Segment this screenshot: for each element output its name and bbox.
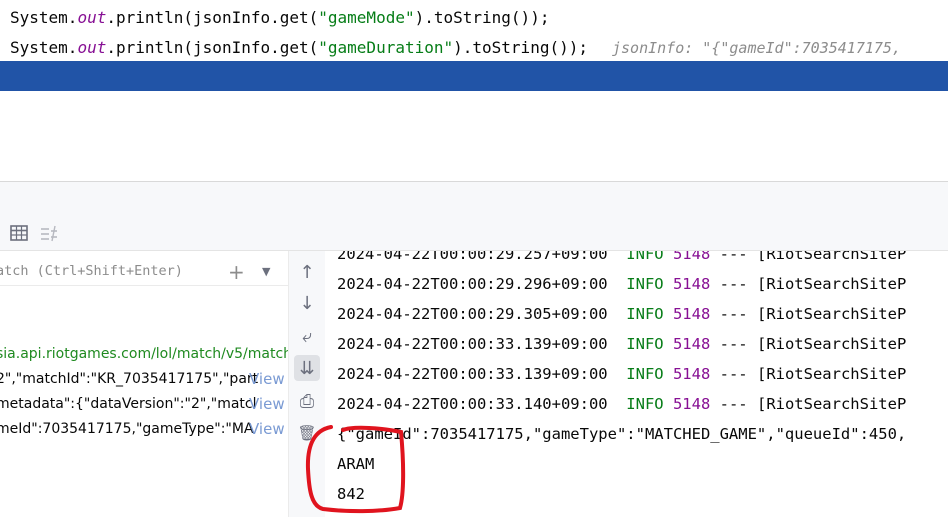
add-watch-icon[interactable]: + <box>228 260 245 284</box>
variable-row[interactable]: meId":7035417175,"gameType":"MA <box>0 421 254 437</box>
debug-tool-header <box>0 182 948 217</box>
view-link[interactable]: View <box>249 395 285 413</box>
game-duration-output: 842 <box>337 485 365 503</box>
print-icon[interactable]: ⎙ <box>294 388 320 414</box>
variable-row[interactable]: 2","matchId":"KR_7035417175","part <box>0 371 258 387</box>
scroll-down-icon[interactable]: ↓ <box>294 290 320 316</box>
console-output[interactable]: 2024-04-22T00:00:29.257+09:00 INFO 5148 … <box>325 251 948 517</box>
watch-row: atch (Ctrl+Shift+Enter) + ▼ <box>0 257 288 286</box>
view-link[interactable]: View <box>249 420 285 438</box>
variable-url[interactable]: sia.api.riotgames.com/lol/match/v5/match… <box>0 346 288 362</box>
log-line: 2024-04-22T00:00:29.296+09:00 INFO 5148 … <box>337 275 907 293</box>
log-line: 2024-04-22T00:00:33.140+09:00 INFO 5148 … <box>337 395 907 413</box>
code-line-game-mode[interactable]: System.out.println(jsonInfo.get("gameMod… <box>10 8 549 27</box>
view-link[interactable]: View <box>249 370 285 388</box>
variable-row[interactable]: metadata":{"dataVersion":"2","matcl <box>0 396 257 412</box>
scroll-up-icon[interactable]: ↑ <box>294 259 320 285</box>
scroll-to-end-icon[interactable]: ⇊ <box>294 355 320 381</box>
watch-expression-input[interactable]: atch (Ctrl+Shift+Enter) <box>0 263 183 279</box>
log-line: 2024-04-22T00:00:33.139+09:00 INFO 5148 … <box>337 365 907 383</box>
code-editor[interactable]: System.out.println(jsonInfo.get("gameMod… <box>0 0 948 182</box>
log-line: 2024-04-22T00:00:29.305+09:00 INFO 5148 … <box>337 305 907 323</box>
log-line: 2024-04-22T00:00:33.139+09:00 INFO 5148 … <box>337 335 907 353</box>
chevron-down-icon[interactable]: ▼ <box>262 265 270 278</box>
log-line: 2024-04-22T00:00:29.257+09:00 INFO 5148 … <box>337 251 907 263</box>
inline-value-hint: jsonInfo: "{"gameId":7035417175, <box>611 39 901 57</box>
debug-toolbar <box>0 216 948 251</box>
json-output-line: {"gameId":7035417175,"gameType":"MATCHED… <box>337 425 907 443</box>
variables-panel: atch (Ctrl+Shift+Enter) + ▼ sia.api.riot… <box>0 251 288 517</box>
game-mode-output: ARAM <box>337 455 375 473</box>
execution-point-line <box>0 61 948 91</box>
table-icon[interactable] <box>8 222 30 244</box>
compare-icon[interactable] <box>38 222 60 244</box>
console-side-toolbar: ↑ ↓ ⤶ ⇊ ⎙ 🗑 <box>288 251 326 517</box>
trash-icon[interactable]: 🗑 <box>294 420 320 446</box>
code-line-game-duration[interactable]: System.out.println(jsonInfo.get("gameDur… <box>10 38 901 57</box>
soft-wrap-icon[interactable]: ⤶ <box>294 323 320 349</box>
